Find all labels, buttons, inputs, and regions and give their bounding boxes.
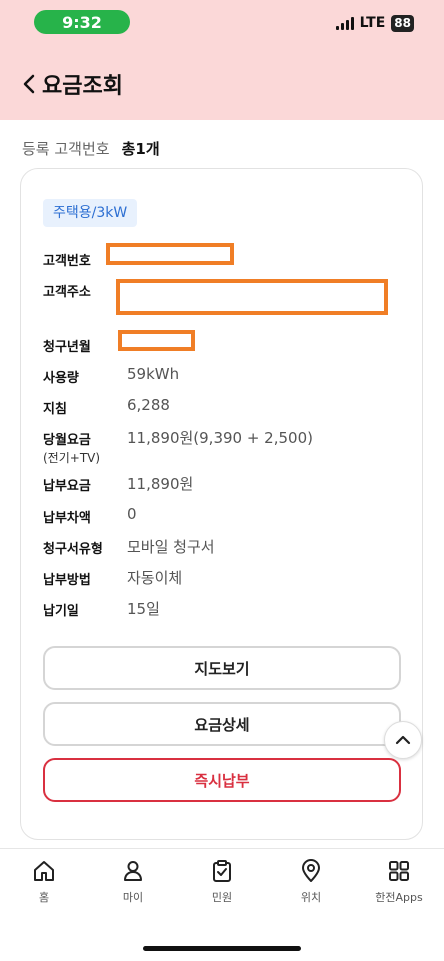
bottom-nav: 홈 마이 민원 위치 한전Apps (0, 848, 444, 961)
network-label: LTE (359, 15, 386, 31)
nav-label: 마이 (122, 891, 144, 904)
battery-icon: 88 (391, 14, 414, 32)
status-indicators: LTE 88 (335, 14, 414, 32)
nav-item-civil[interactable]: 민원 (182, 859, 262, 905)
row-value: 11,890원(9,390 + 2,500) (127, 429, 313, 447)
nav-item-kepco-apps[interactable]: 한전Apps (359, 859, 439, 905)
row-value: 6,288 (127, 396, 170, 414)
redaction-billing-month (118, 330, 195, 351)
apps-grid-icon (389, 861, 409, 881)
nav-item-home[interactable]: 홈 (4, 859, 84, 905)
contract-badge: 주택용/3kW (43, 199, 138, 227)
location-pin-icon (302, 859, 320, 882)
row-value: 11,890원 (127, 475, 194, 493)
nav-label: 한전Apps (375, 891, 423, 904)
nav-label: 위치 (300, 891, 322, 904)
row-sublabel: (전기+TV) (43, 451, 101, 465)
user-icon (124, 861, 142, 881)
redaction-customer-number (106, 243, 234, 265)
home-indicator (143, 946, 301, 951)
bill-card: 주택용/3kW 고객번호 고객주소 청구년월 사용량 59kWh 지침 6,28… (20, 168, 423, 840)
scroll-top-button[interactable] (384, 721, 422, 759)
row-value: 0 (127, 505, 137, 523)
page-header: 요금조회 (0, 48, 444, 120)
row-value: 59kWh (127, 365, 180, 383)
nav-label: 홈 (38, 891, 50, 904)
nav-item-my[interactable]: 마이 (93, 859, 173, 905)
row-value: 15일 (127, 600, 160, 618)
summary-count: 총1개 (121, 140, 160, 158)
nav-item-location[interactable]: 위치 (271, 859, 351, 905)
summary-label: 등록 고객번호 (22, 140, 110, 158)
chevron-up-icon (395, 735, 411, 745)
signal-icon (335, 16, 354, 30)
bill-detail-button[interactable]: 요금상세 (43, 702, 401, 746)
status-bar: 9:32 LTE 88 (0, 0, 444, 48)
nav-label: 민원 (211, 891, 233, 904)
map-view-button[interactable]: 지도보기 (43, 646, 401, 690)
row-value: 모바일 청구서 (127, 538, 215, 556)
row-value: 자동이체 (127, 569, 183, 587)
page-title: 요금조회 (42, 74, 123, 99)
redaction-customer-address (116, 279, 388, 315)
clipboard-check-icon (213, 860, 231, 882)
home-icon (34, 861, 54, 881)
status-time: 9:32 (34, 10, 130, 34)
back-arrow-icon[interactable] (22, 74, 38, 94)
pay-now-button[interactable]: 즉시납부 (43, 758, 401, 802)
customer-summary: 등록 고객번호 총1개 (22, 138, 160, 159)
